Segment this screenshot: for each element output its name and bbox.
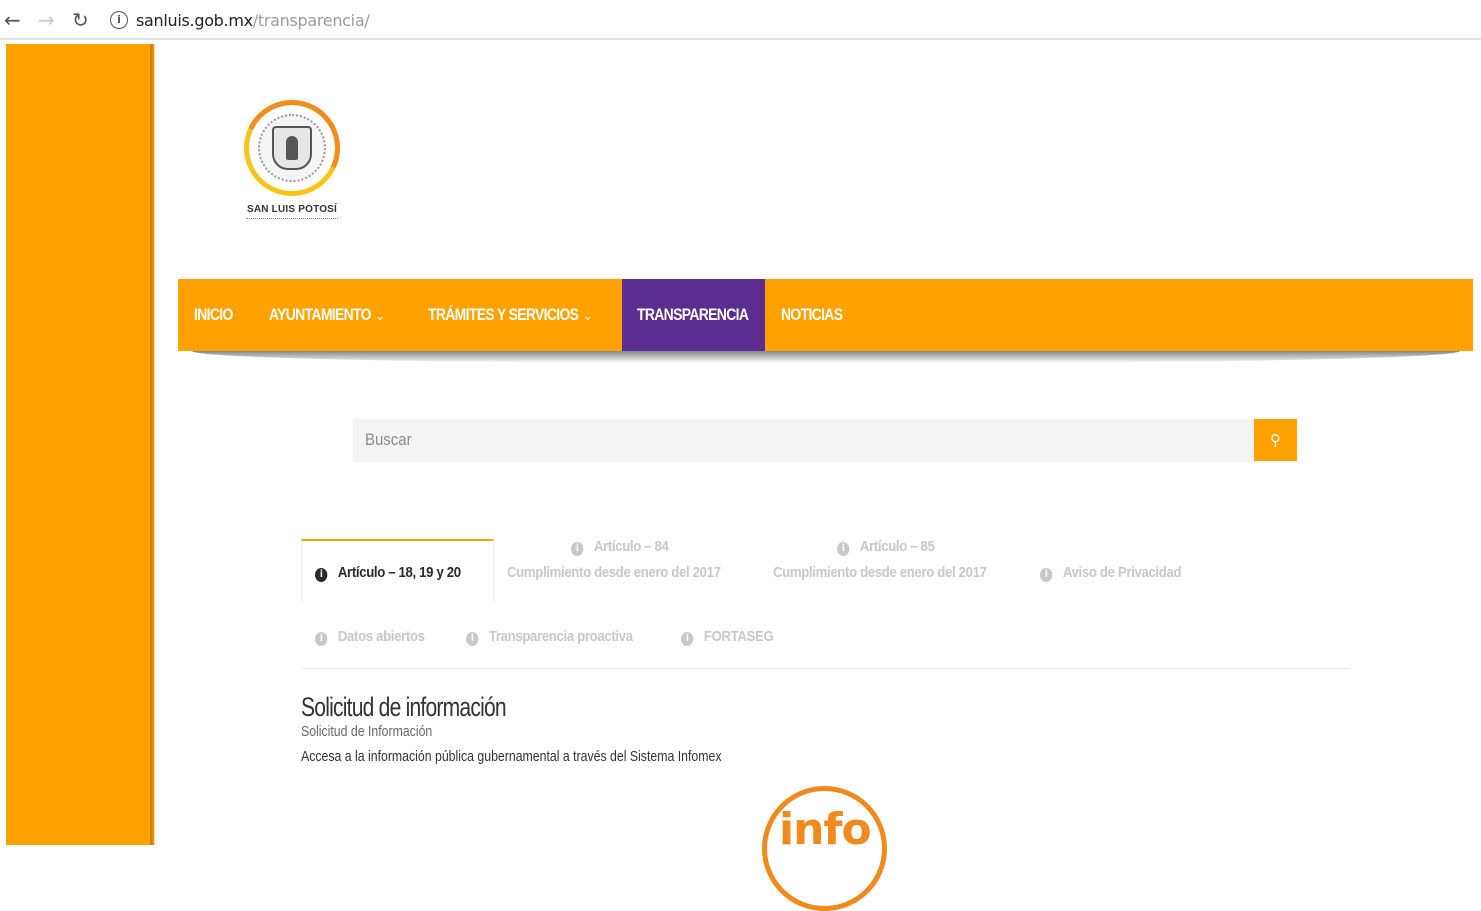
tab-label: Artículo – 18, 19 y 20 <box>337 564 461 581</box>
nav-item-tramites[interactable]: TRÁMITES Y SERVICIOS ⌄ <box>428 279 592 351</box>
info-circle-icon: i <box>315 568 328 582</box>
navbar-shadow <box>192 351 1460 363</box>
nav-item-inicio[interactable]: INICIO <box>194 279 233 351</box>
tab-label: Datos abiertos <box>337 628 425 645</box>
info-circle-icon: i <box>1040 568 1053 582</box>
tab-label-articulo-18-19-20[interactable]: i Artículo – 18, 19 y 20 <box>315 564 461 582</box>
forward-arrow-icon[interactable]: → <box>38 8 55 32</box>
search-button[interactable]: ⚲ <box>1254 419 1297 461</box>
city-seal-icon <box>272 126 312 170</box>
info-circle-icon: i <box>571 542 584 556</box>
search-icon: ⚲ <box>1270 431 1281 449</box>
tab-label: Artículo – 85 <box>859 538 935 555</box>
chevron-down-icon: ⌄ <box>583 309 592 324</box>
chevron-down-icon: ⌄ <box>375 309 385 324</box>
nav-label: TRÁMITES Y SERVICIOS <box>428 305 579 324</box>
browser-toolbar: ← → ↻ i sanluis.gob.mx/transparencia/ <box>0 0 1481 40</box>
nav-label: NOTICIAS <box>781 305 843 324</box>
section-subtitle: Solicitud de Información <box>301 723 433 740</box>
tab-transparencia-proactiva[interactable]: i Transparencia proactiva <box>466 628 633 646</box>
url-path: /transparencia/ <box>252 11 370 30</box>
nav-item-ayuntamiento[interactable]: AYUNTAMIENTO ⌄ <box>269 279 385 351</box>
tabs-divider <box>301 668 1349 669</box>
tab-articulo-84-sublabel[interactable]: Cumplimiento desde enero del 2017 <box>507 564 721 581</box>
tab-label: FORTASEG <box>703 628 774 645</box>
info-circle-icon: i <box>315 632 328 646</box>
tab-articulo-85-sublabel[interactable]: Cumplimiento desde enero del 2017 <box>773 564 987 581</box>
section-description: Accesa a la información pública gubernam… <box>301 748 722 765</box>
site-logo[interactable]: SAN LUIS POTOSÍ <box>230 86 354 228</box>
left-decorative-bar <box>6 44 154 845</box>
site-info-icon[interactable]: i <box>110 11 128 29</box>
tab-fortaseg[interactable]: i FORTASEG <box>681 628 774 646</box>
nav-item-transparencia[interactable]: TRANSPARENCIA <box>637 279 749 351</box>
tab-label: Artículo – 84 <box>593 538 669 555</box>
tab-aviso-privacidad[interactable]: i Aviso de Privacidad <box>1040 564 1182 582</box>
nav-item-noticias[interactable]: NOTICIAS <box>781 279 843 351</box>
info-circle-icon: i <box>837 542 850 556</box>
back-arrow-icon[interactable]: ← <box>4 8 21 32</box>
nav-label: TRANSPARENCIA <box>637 305 749 324</box>
tab-articulo-84[interactable]: i Artículo – 84 <box>571 538 669 556</box>
tab-articulo-85[interactable]: i Artículo – 85 <box>837 538 935 556</box>
infomex-logo-text: info <box>779 804 872 855</box>
address-bar[interactable]: sanluis.gob.mx/transparencia/ <box>136 11 370 30</box>
url-host: sanluis.gob.mx <box>136 11 253 30</box>
search-input[interactable] <box>365 419 1140 461</box>
search-box <box>353 419 1256 461</box>
tab-label: Aviso de Privacidad <box>1062 564 1182 581</box>
logo-subline <box>246 218 338 220</box>
section-title: Solicitud de información <box>301 692 507 722</box>
logo-text: SAN LUIS POTOSÍ <box>246 204 338 215</box>
nav-label: AYUNTAMIENTO <box>269 305 372 324</box>
nav-label: INICIO <box>194 305 233 324</box>
tab-datos-abiertos[interactable]: i Datos abiertos <box>315 628 425 646</box>
info-circle-icon: i <box>681 632 694 646</box>
left-bar-shadow <box>150 44 156 845</box>
reload-icon[interactable]: ↻ <box>72 8 89 32</box>
tab-label: Transparencia proactiva <box>488 628 633 645</box>
info-circle-icon: i <box>466 632 479 646</box>
